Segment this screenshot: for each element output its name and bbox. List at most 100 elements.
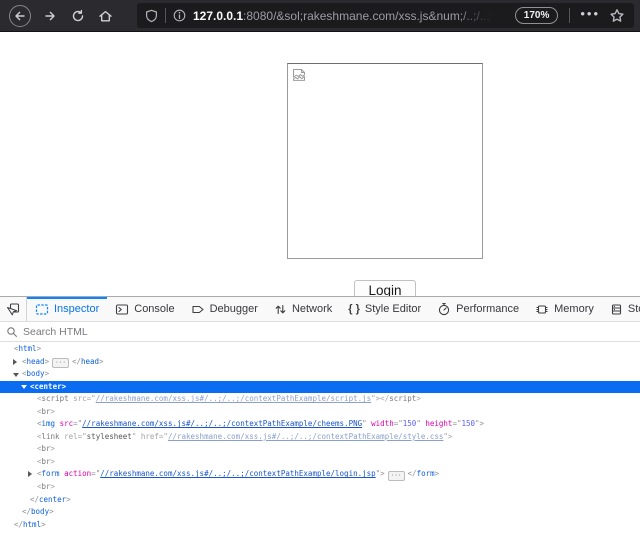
- markup-text: >: [99, 357, 104, 366]
- markup-text: script: [389, 394, 416, 403]
- markup-node-html[interactable]: <html>: [0, 343, 640, 356]
- markup-node-br-3[interactable]: <br>: [0, 456, 640, 469]
- search-bar[interactable]: Search HTML: [0, 322, 640, 342]
- devtools-panel: Inspector ConsoleDebugger Network { }Style …: [0, 296, 640, 558]
- markup-text: </: [14, 520, 23, 529]
- markup-node-body[interactable]: <body>: [0, 368, 640, 381]
- markup-text: height: [425, 419, 452, 428]
- url-bar[interactable]: 127.0.0.1:8080/&sol;rakeshmane.com/xss.j…: [137, 3, 634, 28]
- markup-text: html: [23, 520, 41, 529]
- network-icon: [274, 303, 287, 316]
- collapsed-children-badge[interactable]: ···: [388, 471, 405, 481]
- markup-text: html: [19, 344, 37, 353]
- markup-node-center-close[interactable]: </center>: [0, 494, 640, 507]
- markup-text: body: [31, 507, 49, 516]
- inspector-icon: [35, 303, 49, 316]
- markup-text: =": [394, 419, 403, 428]
- markup-text: //rakeshmane.com/xss.js#/..;/..;/context…: [82, 419, 362, 428]
- markup-text: >: [66, 495, 71, 504]
- home-button[interactable]: [98, 9, 113, 23]
- markup-text: //rakeshmane.com/xss.js#/..;/..;/context…: [96, 394, 371, 403]
- bookmark-star-icon[interactable]: [609, 8, 625, 24]
- back-button[interactable]: [9, 5, 31, 27]
- markup-node-center[interactable]: <center>: [0, 381, 640, 394]
- markup-node-html-close[interactable]: </html>: [0, 519, 640, 532]
- markup-text: src: [60, 419, 74, 428]
- url-text: 127.0.0.1:8080/&sol;rakeshmane.com/xss.j…: [193, 9, 493, 23]
- tab-memory[interactable]: Memory: [527, 297, 602, 321]
- markup-text: </: [408, 469, 417, 478]
- tab-debugger[interactable]: Debugger: [183, 297, 266, 321]
- page-content: Login: [0, 33, 640, 296]
- tab-console[interactable]: Console: [107, 297, 182, 321]
- markup-text: center: [35, 382, 62, 391]
- markup-node-head[interactable]: <head>···</head>: [0, 356, 640, 369]
- reload-button[interactable]: [71, 9, 85, 23]
- expand-arrow-icon[interactable]: [13, 359, 20, 365]
- home-icon: [98, 9, 113, 23]
- markup-text: >: [416, 394, 421, 403]
- tracking-protection-shield-icon[interactable]: [145, 9, 158, 23]
- collapsed-children-badge[interactable]: ···: [52, 358, 69, 368]
- markup-node-br-2[interactable]: <br>: [0, 443, 640, 456]
- back-arrow-icon: [13, 9, 27, 23]
- tab-network[interactable]: Network: [266, 297, 340, 321]
- tab-label: Storage: [628, 303, 640, 315]
- markup-text: center: [39, 495, 66, 504]
- tab-label: Memory: [554, 303, 594, 315]
- markup-text: =": [91, 469, 100, 478]
- markup-text: head: [27, 357, 45, 366]
- tab-style-editor[interactable]: { }Style Editor: [340, 297, 429, 321]
- tab-inspector[interactable]: Inspector: [27, 297, 107, 321]
- markup-node-img[interactable]: <img src="//rakeshmane.com/xss.js#/..;/.…: [0, 418, 640, 431]
- markup-text: 150: [461, 419, 475, 428]
- collapse-arrow-icon[interactable]: [13, 373, 19, 380]
- tab-label: Style Editor: [365, 303, 421, 315]
- markup-node-script[interactable]: <script src="//rakeshmane.com/xss.js#/..…: [0, 393, 640, 406]
- markup-text: ": [416, 419, 425, 428]
- pick-element-button[interactable]: [0, 297, 27, 321]
- markup-text: ">: [443, 432, 452, 441]
- markup-node-form[interactable]: <form action="//rakeshmane.com/xss.js#/.…: [0, 468, 640, 481]
- markup-text: "></: [371, 394, 389, 403]
- tab-label: Inspector: [54, 303, 99, 315]
- login-button[interactable]: Login: [354, 280, 416, 296]
- markup-text: >: [51, 444, 56, 453]
- site-info-icon[interactable]: [173, 9, 186, 22]
- markup-text: >: [45, 369, 50, 378]
- markup-node-br-1[interactable]: <br>: [0, 406, 640, 419]
- markup-text: >: [435, 469, 440, 478]
- tab-label: Network: [292, 303, 332, 315]
- markup-text: =": [87, 394, 96, 403]
- markup-text: body: [27, 369, 45, 378]
- page-actions-icon[interactable]: •••: [580, 6, 600, 21]
- forward-button[interactable]: [43, 9, 57, 23]
- markup-text: src: [73, 394, 87, 403]
- markup-text: >: [62, 382, 67, 391]
- markup-text: =": [73, 419, 82, 428]
- markup-node-body-close[interactable]: </body>: [0, 506, 640, 519]
- markup-text: >: [45, 357, 50, 366]
- markup-text: stylesheet: [87, 432, 132, 441]
- expand-arrow-icon[interactable]: [28, 471, 35, 477]
- search-input[interactable]: Search HTML: [23, 326, 88, 338]
- markup-text: </: [30, 495, 39, 504]
- markup-node-link[interactable]: <link rel="stylesheet" href="//rakeshman…: [0, 431, 640, 444]
- stopwatch-icon: [437, 302, 451, 316]
- urlbar-separator-2: [569, 8, 570, 23]
- markup-text: br: [42, 457, 51, 466]
- markup-text: width: [371, 419, 394, 428]
- markup-text: form: [42, 469, 60, 478]
- collapse-arrow-icon[interactable]: [21, 385, 27, 392]
- markup-text: link: [42, 432, 60, 441]
- markup-node-br-4[interactable]: <br>: [0, 481, 640, 494]
- tab-storage[interactable]: Storage: [602, 297, 640, 321]
- markup-text: ": [362, 419, 371, 428]
- zoom-level-button[interactable]: 170%: [515, 7, 559, 24]
- debugger-icon: [191, 303, 205, 316]
- tab-label: Performance: [456, 303, 519, 315]
- markup-text: 150: [403, 419, 417, 428]
- chip-icon: [535, 303, 549, 316]
- tab-performance[interactable]: Performance: [429, 297, 527, 321]
- markup-text: =": [78, 432, 87, 441]
